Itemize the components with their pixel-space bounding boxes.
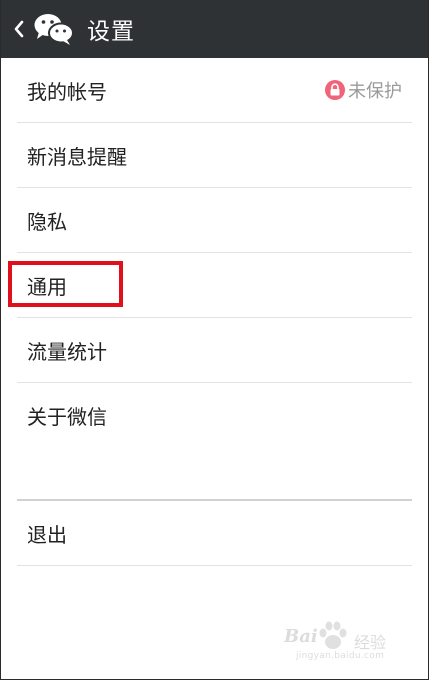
back-button[interactable] [1, 0, 75, 58]
lock-icon [325, 80, 345, 100]
settings-item-account[interactable]: 我的帐号 未保护 [17, 58, 412, 123]
settings-item-notifications[interactable]: 新消息提醒 [17, 123, 412, 188]
status-text: 未保护 [348, 81, 402, 102]
watermark-brand-cn: 经验 [354, 633, 387, 652]
settings-screen: 设置 我的帐号 未保护 新消息提醒 隐私 通用 流量统计 关于微信 退出 Bai… [0, 0, 429, 680]
settings-item-label: 隐私 [27, 209, 67, 234]
settings-item-about[interactable]: 关于微信 [17, 383, 412, 447]
account-protection-status: 未保护 [325, 58, 402, 122]
settings-item-data-usage[interactable]: 流量统计 [17, 318, 412, 383]
settings-list: 我的帐号 未保护 新消息提醒 隐私 通用 流量统计 关于微信 退出 [1, 58, 428, 566]
settings-item-privacy[interactable]: 隐私 [17, 188, 412, 253]
watermark-url: jingyan.baidu.com [296, 651, 385, 661]
settings-item-label: 新消息提醒 [27, 144, 127, 169]
settings-item-general[interactable]: 通用 [17, 253, 412, 318]
logout-button[interactable]: 退出 [17, 501, 412, 566]
page-title: 设置 [87, 19, 135, 45]
settings-item-label: 流量统计 [27, 339, 107, 364]
settings-item-label: 关于微信 [27, 404, 107, 429]
section-divider [17, 447, 412, 501]
baidu-jingyan-watermark: Bai 经验 jingyan.baidu.com [282, 621, 400, 665]
settings-item-label: 通用 [27, 274, 67, 299]
wechat-logo-icon [34, 14, 74, 45]
logout-label: 退出 [27, 522, 67, 547]
paw-icon [319, 621, 347, 649]
watermark-brand: Bai [284, 626, 318, 647]
chevron-left-icon [14, 20, 24, 38]
settings-item-label: 我的帐号 [27, 79, 107, 104]
action-bar: 设置 [1, 0, 428, 58]
